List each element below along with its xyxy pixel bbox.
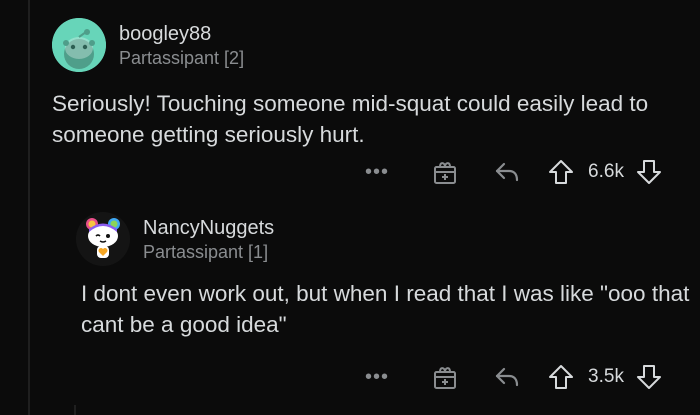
reply-button[interactable] — [492, 362, 522, 392]
comment-actions: ••• 6.6k — [362, 157, 664, 187]
user-avatar[interactable] — [76, 212, 130, 266]
comment-actions: ••• 3.5k — [362, 362, 664, 392]
upvote-arrow-icon — [549, 160, 573, 184]
gift-icon — [434, 367, 456, 389]
comment-reply: NancyNuggets Partassipant [1] I dont eve… — [76, 212, 696, 340]
award-button[interactable] — [430, 362, 460, 392]
comment-body: Seriously! Touching someone mid-squat co… — [52, 91, 649, 147]
user-flair: Partassipant [2] — [119, 47, 245, 68]
upvote-button[interactable] — [546, 157, 576, 187]
username[interactable]: NancyNuggets — [143, 216, 274, 240]
reply-thread-line[interactable] — [74, 405, 76, 415]
snoo-avatar-icon — [76, 212, 130, 266]
award-button[interactable] — [430, 157, 460, 187]
comment-thread: boogley88 Partassipant [2] Seriously! To… — [0, 0, 700, 415]
downvote-button[interactable] — [634, 157, 664, 187]
user-avatar[interactable] — [52, 18, 106, 72]
reply-button[interactable] — [492, 157, 522, 187]
comment-body: I dont even work out, but when I read th… — [81, 281, 690, 337]
upvote-button[interactable] — [546, 362, 576, 392]
user-flair: Partassipant [1] — [143, 241, 269, 262]
snoo-avatar-icon — [52, 18, 106, 72]
downvote-button[interactable] — [634, 362, 664, 392]
upvote-arrow-icon — [549, 365, 573, 389]
reply-icon — [495, 367, 519, 387]
comment: boogley88 Partassipant [2] Seriously! To… — [52, 18, 692, 150]
downvote-arrow-icon — [637, 160, 661, 184]
username[interactable]: boogley88 — [119, 22, 244, 46]
thread-line[interactable] — [28, 0, 30, 415]
gift-icon — [434, 162, 456, 184]
vote-score: 3.5k — [588, 366, 624, 387]
downvote-arrow-icon — [637, 365, 661, 389]
comment-header: boogley88 Partassipant [2] — [52, 18, 692, 72]
reply-icon — [495, 162, 519, 182]
more-options-button[interactable]: ••• — [362, 157, 392, 187]
vote-score: 6.6k — [588, 161, 624, 182]
comment-header: NancyNuggets Partassipant [1] — [76, 212, 696, 266]
more-options-button[interactable]: ••• — [362, 362, 392, 392]
